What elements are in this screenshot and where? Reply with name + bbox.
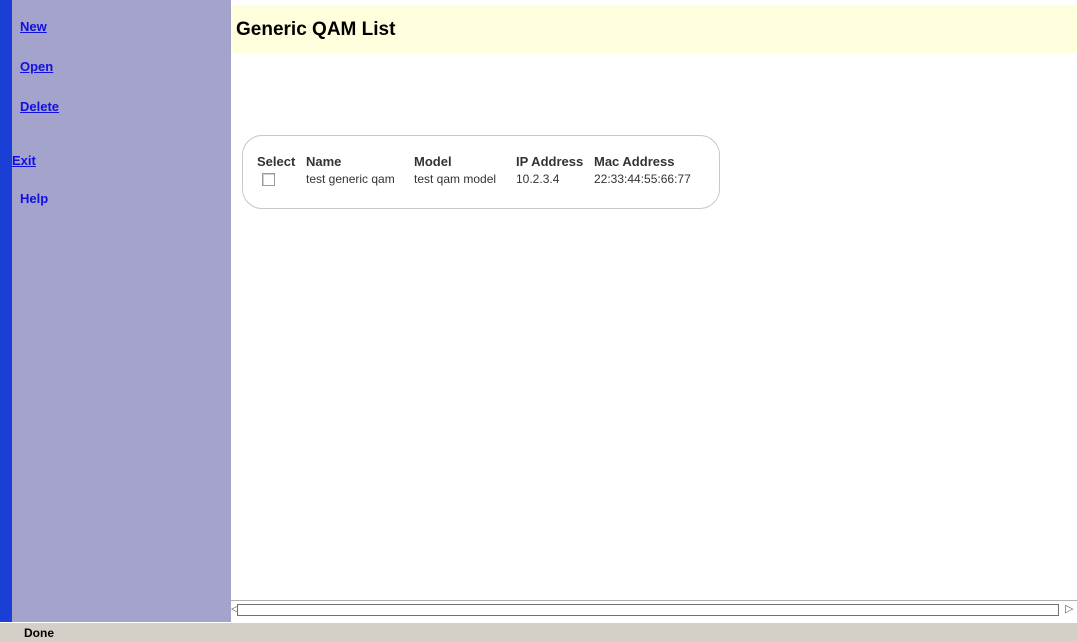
browser-window: New Open Delete Exit Help Generic QAM Li… xyxy=(0,0,1077,641)
main-content: Generic QAM List Select Name Model IP Ad… xyxy=(231,0,1077,600)
sidebar-nav: New Open Delete Exit Help xyxy=(12,0,231,622)
table-header-row: Select Name Model IP Address Mac Address xyxy=(257,152,693,170)
column-header-model: Model xyxy=(414,153,452,169)
sidebar-item-delete[interactable]: Delete xyxy=(20,99,59,114)
mac-address-cell: 22:33:44:55:66:77 xyxy=(594,172,691,186)
qam-list-panel: Select Name Model IP Address Mac Address… xyxy=(242,135,720,209)
status-bar: Done xyxy=(0,622,1077,641)
scrollbar-track[interactable] xyxy=(237,604,1059,616)
table-row: test generic qam test qam model 10.2.3.4… xyxy=(257,170,693,188)
horizontal-scrollbar[interactable]: ◁ ▷ xyxy=(231,600,1077,623)
model-cell: test qam model xyxy=(414,172,497,186)
status-text: Done xyxy=(24,626,54,640)
qam-table: Select Name Model IP Address Mac Address… xyxy=(257,152,693,188)
column-header-ip-address: IP Address xyxy=(516,153,584,169)
name-cell: test generic qam xyxy=(306,172,395,186)
select-cell xyxy=(257,170,306,188)
ip-address-cell: 10.2.3.4 xyxy=(516,172,560,186)
column-header-mac-address: Mac Address xyxy=(594,153,675,169)
sidebar-item-exit[interactable]: Exit xyxy=(12,153,36,168)
window-left-edge xyxy=(0,0,12,622)
column-header-select: Select xyxy=(257,153,296,169)
sidebar-item-new[interactable]: New xyxy=(20,19,47,34)
sidebar-item-help[interactable]: Help xyxy=(20,191,48,206)
sidebar-item-open[interactable]: Open xyxy=(20,59,53,74)
page-title: Generic QAM List xyxy=(236,19,396,40)
row-select-checkbox[interactable] xyxy=(262,173,275,187)
title-bar: Generic QAM List xyxy=(231,5,1077,53)
column-header-name: Name xyxy=(306,153,342,169)
scroll-right-arrow-icon[interactable]: ▷ xyxy=(1065,603,1077,615)
